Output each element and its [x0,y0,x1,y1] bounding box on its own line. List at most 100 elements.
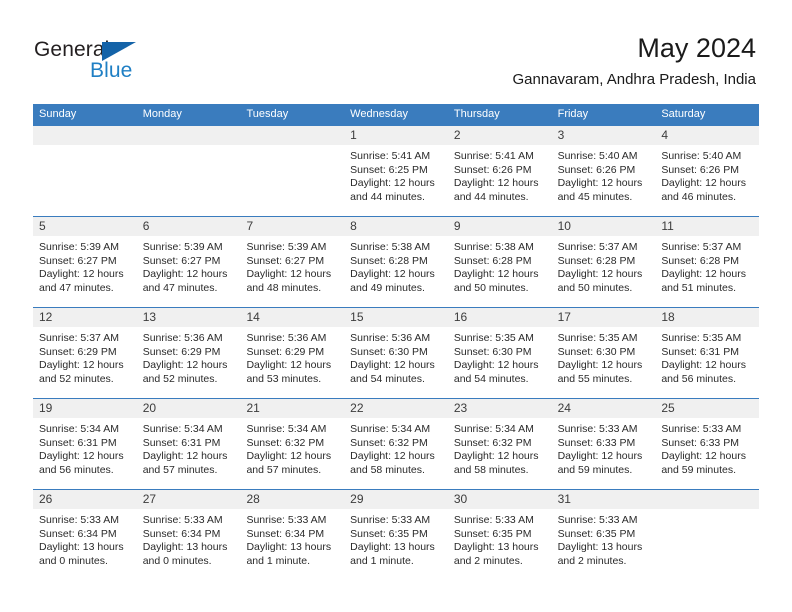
logo-text-blue: Blue [90,59,133,82]
day-cell[interactable]: 4 Sunrise: 5:40 AM Sunset: 6:26 PM Dayli… [655,126,760,216]
sunrise-text: Sunrise: 5:33 AM [661,423,742,435]
sunset-text: Sunset: 6:34 PM [246,527,325,540]
day-number: 3 [551,126,656,145]
day-cell[interactable]: 18 Sunrise: 5:35 AM Sunset: 6:31 PM Dayl… [655,308,760,398]
day-cell[interactable]: 15 Sunrise: 5:36 AM Sunset: 6:30 PM Dayl… [344,308,448,398]
day-cell[interactable]: 23 Sunrise: 5:34 AM Sunset: 6:32 PM Dayl… [447,399,552,489]
sunset-text: Sunset: 6:28 PM [453,254,532,267]
day-cell[interactable]: 6 Sunrise: 5:39 AM Sunset: 6:27 PM Dayli… [136,217,241,307]
sunset-text: Sunset: 6:35 PM [557,527,636,540]
day-cell[interactable]: 21 Sunrise: 5:34 AM Sunset: 6:32 PM Dayl… [240,399,345,489]
weekday-header-row: Sunday Monday Tuesday Wednesday Thursday… [33,104,759,125]
calendar-page: General Blue May 2024 Gannavaram, Andhra… [0,0,792,612]
daylight-text-line2: and 46 minutes. [661,190,737,203]
daylight-text-line1: Daylight: 12 hours [350,359,435,371]
day-cell[interactable]: 29 Sunrise: 5:33 AM Sunset: 6:35 PM Dayl… [344,490,448,580]
day-info: Sunrise: 5:36 AM Sunset: 6:30 PM Dayligh… [344,327,448,386]
day-info: Sunrise: 5:34 AM Sunset: 6:31 PM Dayligh… [137,418,241,477]
sunrise-text: Sunrise: 5:41 AM [350,150,431,162]
daylight-text-line2: and 58 minutes. [350,463,425,476]
day-info: Sunrise: 5:34 AM Sunset: 6:32 PM Dayligh… [344,418,448,477]
day-cell[interactable]: 14 Sunrise: 5:36 AM Sunset: 6:29 PM Dayl… [240,308,345,398]
sunrise-text: Sunrise: 5:33 AM [350,514,431,526]
sunset-text: Sunset: 6:26 PM [557,163,636,176]
day-cell[interactable] [240,126,345,216]
daylight-text-line1: Daylight: 12 hours [142,450,228,462]
day-cell[interactable] [33,126,137,216]
day-cell[interactable] [136,126,241,216]
sunset-text: Sunset: 6:30 PM [350,345,428,358]
sunset-text: Sunset: 6:33 PM [557,436,636,449]
sunset-text: Sunset: 6:32 PM [453,436,532,449]
daylight-text-line1: Daylight: 12 hours [661,359,746,371]
day-info: Sunrise: 5:33 AM Sunset: 6:34 PM Dayligh… [240,509,344,568]
sunset-text: Sunset: 6:34 PM [142,527,221,540]
sunrise-text: Sunrise: 5:38 AM [453,241,534,253]
day-cell[interactable]: 12 Sunrise: 5:37 AM Sunset: 6:29 PM Dayl… [33,308,137,398]
day-cell[interactable]: 19 Sunrise: 5:34 AM Sunset: 6:31 PM Dayl… [33,399,137,489]
day-cell[interactable]: 16 Sunrise: 5:35 AM Sunset: 6:30 PM Dayl… [447,308,552,398]
day-info [33,145,137,150]
day-info [137,145,241,150]
day-number: 1 [344,126,448,145]
calendar-grid: Sunday Monday Tuesday Wednesday Thursday… [33,104,760,580]
day-cell[interactable]: 5 Sunrise: 5:39 AM Sunset: 6:27 PM Dayli… [33,217,137,307]
week-row: 1 Sunrise: 5:41 AM Sunset: 6:25 PM Dayli… [33,125,760,216]
day-cell[interactable]: 17 Sunrise: 5:35 AM Sunset: 6:30 PM Dayl… [551,308,656,398]
day-cell[interactable] [655,490,760,580]
daylight-text-line2: and 1 minute. [350,554,414,567]
sunset-text: Sunset: 6:26 PM [453,163,532,176]
sunrise-text: Sunrise: 5:34 AM [39,423,119,435]
general-blue-logo: General Blue [34,38,214,86]
sunset-text: Sunset: 6:27 PM [142,254,221,267]
day-cell[interactable]: 10 Sunrise: 5:37 AM Sunset: 6:28 PM Dayl… [551,217,656,307]
day-info: Sunrise: 5:33 AM Sunset: 6:33 PM Dayligh… [655,418,759,477]
weekday-header-monday: Monday [142,108,182,120]
daylight-text-line1: Daylight: 12 hours [39,268,124,280]
day-info [655,509,759,514]
day-cell[interactable]: 2 Sunrise: 5:41 AM Sunset: 6:26 PM Dayli… [447,126,552,216]
daylight-text-line1: Daylight: 12 hours [453,268,539,280]
day-cell[interactable]: 7 Sunrise: 5:39 AM Sunset: 6:27 PM Dayli… [240,217,345,307]
day-info: Sunrise: 5:36 AM Sunset: 6:29 PM Dayligh… [240,327,344,386]
day-info: Sunrise: 5:33 AM Sunset: 6:34 PM Dayligh… [137,509,241,568]
sunrise-text: Sunrise: 5:35 AM [661,332,742,344]
day-number: 10 [551,217,656,236]
day-cell[interactable]: 24 Sunrise: 5:33 AM Sunset: 6:33 PM Dayl… [551,399,656,489]
sunset-text: Sunset: 6:25 PM [350,163,428,176]
day-cell[interactable]: 11 Sunrise: 5:37 AM Sunset: 6:28 PM Dayl… [655,217,760,307]
daylight-text-line2: and 47 minutes. [39,281,114,294]
sunset-text: Sunset: 6:28 PM [661,254,739,267]
day-number: 24 [551,399,656,418]
day-cell[interactable]: 30 Sunrise: 5:33 AM Sunset: 6:35 PM Dayl… [447,490,552,580]
sunrise-text: Sunrise: 5:34 AM [350,423,431,435]
daylight-text-line2: and 55 minutes. [557,372,633,385]
daylight-text-line1: Daylight: 12 hours [350,450,435,462]
daylight-text-line2: and 56 minutes. [661,372,737,385]
daylight-text-line1: Daylight: 12 hours [246,450,332,462]
day-number: 11 [655,217,760,236]
day-info: Sunrise: 5:40 AM Sunset: 6:26 PM Dayligh… [552,145,656,204]
day-info: Sunrise: 5:34 AM Sunset: 6:32 PM Dayligh… [240,418,344,477]
day-number: 15 [344,308,448,327]
day-cell[interactable]: 20 Sunrise: 5:34 AM Sunset: 6:31 PM Dayl… [136,399,241,489]
day-cell[interactable]: 9 Sunrise: 5:38 AM Sunset: 6:28 PM Dayli… [447,217,552,307]
day-cell[interactable]: 8 Sunrise: 5:38 AM Sunset: 6:28 PM Dayli… [344,217,448,307]
daylight-text-line2: and 47 minutes. [142,281,218,294]
day-cell[interactable]: 31 Sunrise: 5:33 AM Sunset: 6:35 PM Dayl… [551,490,656,580]
day-info: Sunrise: 5:40 AM Sunset: 6:26 PM Dayligh… [655,145,759,204]
day-number: 9 [447,217,552,236]
day-info: Sunrise: 5:35 AM Sunset: 6:31 PM Dayligh… [655,327,759,386]
day-cell[interactable]: 26 Sunrise: 5:33 AM Sunset: 6:34 PM Dayl… [33,490,137,580]
day-cell[interactable]: 25 Sunrise: 5:33 AM Sunset: 6:33 PM Dayl… [655,399,760,489]
day-cell[interactable]: 27 Sunrise: 5:33 AM Sunset: 6:34 PM Dayl… [136,490,241,580]
day-cell[interactable]: 3 Sunrise: 5:40 AM Sunset: 6:26 PM Dayli… [551,126,656,216]
day-cell[interactable]: 22 Sunrise: 5:34 AM Sunset: 6:32 PM Dayl… [344,399,448,489]
day-cell[interactable]: 13 Sunrise: 5:36 AM Sunset: 6:29 PM Dayl… [136,308,241,398]
week-row: 26 Sunrise: 5:33 AM Sunset: 6:34 PM Dayl… [33,489,760,580]
daylight-text-line1: Daylight: 12 hours [661,268,746,280]
day-info: Sunrise: 5:37 AM Sunset: 6:28 PM Dayligh… [655,236,759,295]
day-number: 6 [136,217,241,236]
day-cell[interactable]: 28 Sunrise: 5:33 AM Sunset: 6:34 PM Dayl… [240,490,345,580]
day-cell[interactable]: 1 Sunrise: 5:41 AM Sunset: 6:25 PM Dayli… [344,126,448,216]
